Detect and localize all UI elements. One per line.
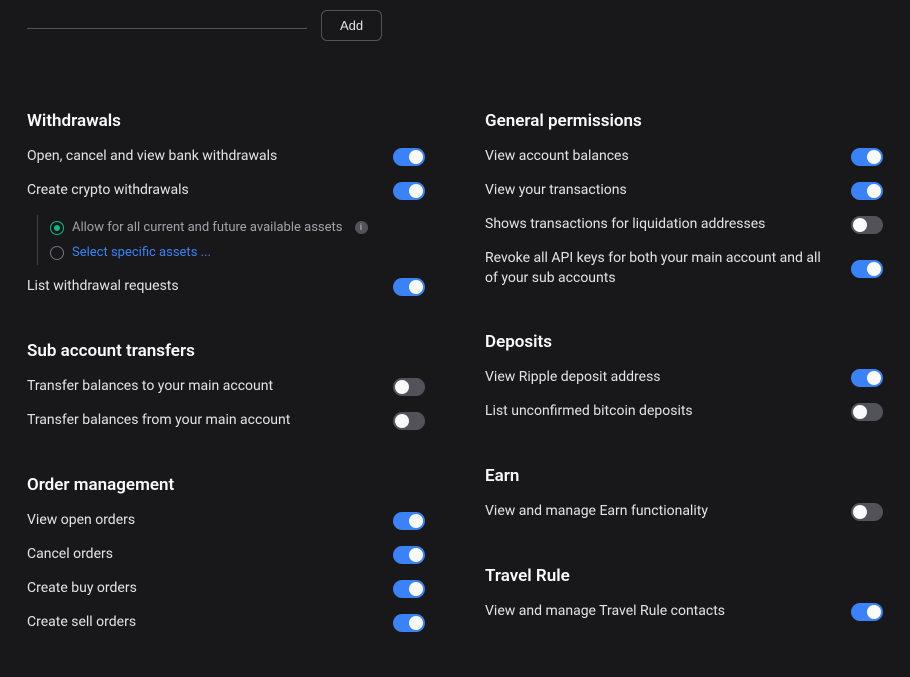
toggle-view-balances[interactable] <box>851 148 883 166</box>
perm-row: Create buy orders <box>27 579 425 599</box>
toggle-cancel-orders[interactable] <box>393 546 425 564</box>
deposits-title: Deposits <box>485 332 883 352</box>
toggle-travel-rule[interactable] <box>851 603 883 621</box>
perm-label: View your transactions <box>485 181 851 201</box>
perm-row: View open orders <box>27 511 425 531</box>
perm-label: View account balances <box>485 147 851 167</box>
sub-account-title: Sub account transfers <box>27 341 425 361</box>
perm-row: Shows transactions for liquidation addre… <box>485 215 883 235</box>
perm-label: Open, cancel and view bank withdrawals <box>27 147 393 167</box>
perm-label: View and manage Earn functionality <box>485 502 851 522</box>
radio-row-all-assets[interactable]: Allow for all current and future availab… <box>38 215 425 240</box>
perm-label: Shows transactions for liquidation addre… <box>485 215 851 235</box>
deposits-section: Deposits View Ripple deposit address Lis… <box>485 332 883 422</box>
perm-row: Create crypto withdrawals <box>27 181 425 201</box>
info-icon[interactable]: i <box>355 221 368 234</box>
sub-account-section: Sub account transfers Transfer balances … <box>27 341 425 431</box>
perm-label: Revoke all API keys for both your main a… <box>485 249 851 288</box>
toggle-view-open-orders[interactable] <box>393 512 425 530</box>
perm-row: Revoke all API keys for both your main a… <box>485 249 883 288</box>
perm-row: Transfer balances to your main account <box>27 377 425 397</box>
toggle-liquidation-transactions[interactable] <box>851 216 883 234</box>
toggle-bank-withdrawals[interactable] <box>393 148 425 166</box>
toggle-create-sell-orders[interactable] <box>393 614 425 632</box>
radio-specific-assets[interactable] <box>50 246 64 260</box>
toggle-create-buy-orders[interactable] <box>393 580 425 598</box>
radio-label-link[interactable]: Select specific assets ... <box>72 245 211 260</box>
order-management-title: Order management <box>27 475 425 495</box>
travel-rule-section: Travel Rule View and manage Travel Rule … <box>485 566 883 622</box>
perm-row: Open, cancel and view bank withdrawals <box>27 147 425 167</box>
perm-row: View account balances <box>485 147 883 167</box>
crypto-assets-radio-group: Allow for all current and future availab… <box>37 215 425 265</box>
general-permissions-title: General permissions <box>485 111 883 131</box>
perm-label: Transfer balances from your main account <box>27 411 393 431</box>
add-button[interactable]: Add <box>321 10 382 41</box>
perm-label: List unconfirmed bitcoin deposits <box>485 402 851 422</box>
order-management-section: Order management View open orders Cancel… <box>27 475 425 633</box>
toggle-bitcoin-deposits[interactable] <box>851 403 883 421</box>
perm-row: View your transactions <box>485 181 883 201</box>
travel-rule-title: Travel Rule <box>485 566 883 586</box>
withdrawals-title: Withdrawals <box>27 111 425 131</box>
permissions-columns: Withdrawals Open, cancel and view bank w… <box>27 111 883 677</box>
perm-label: View open orders <box>27 511 393 531</box>
toggle-view-transactions[interactable] <box>851 182 883 200</box>
perm-label: Transfer balances to your main account <box>27 377 393 397</box>
earn-section: Earn View and manage Earn functionality <box>485 466 883 522</box>
radio-row-specific-assets[interactable]: Select specific assets ... <box>38 240 425 265</box>
toggle-crypto-withdrawals[interactable] <box>393 182 425 200</box>
address-input[interactable] <box>27 0 307 29</box>
address-input-wrap <box>27 0 307 29</box>
earn-title: Earn <box>485 466 883 486</box>
address-add-row: Add <box>27 0 883 41</box>
toggle-transfer-from-main[interactable] <box>393 412 425 430</box>
perm-row: Create sell orders <box>27 613 425 633</box>
toggle-ripple-deposit[interactable] <box>851 369 883 387</box>
withdrawals-section: Withdrawals Open, cancel and view bank w… <box>27 111 425 297</box>
perm-row: View and manage Travel Rule contacts <box>485 602 883 622</box>
perm-label: View Ripple deposit address <box>485 368 851 388</box>
perm-row: Cancel orders <box>27 545 425 565</box>
left-column: Withdrawals Open, cancel and view bank w… <box>27 111 425 677</box>
radio-all-assets[interactable] <box>50 221 64 235</box>
perm-row: Transfer balances from your main account <box>27 411 425 431</box>
perm-label: Create crypto withdrawals <box>27 181 393 201</box>
perm-row: List unconfirmed bitcoin deposits <box>485 402 883 422</box>
perm-row: View Ripple deposit address <box>485 368 883 388</box>
perm-label: Cancel orders <box>27 545 393 565</box>
perm-label: Create sell orders <box>27 613 393 633</box>
perm-row: View and manage Earn functionality <box>485 502 883 522</box>
general-permissions-section: General permissions View account balance… <box>485 111 883 288</box>
perm-label: List withdrawal requests <box>27 277 393 297</box>
toggle-list-withdrawal-requests[interactable] <box>393 278 425 296</box>
perm-label: Create buy orders <box>27 579 393 599</box>
toggle-revoke-api-keys[interactable] <box>851 260 883 278</box>
right-column: General permissions View account balance… <box>485 111 883 677</box>
radio-label: Allow for all current and future availab… <box>72 220 343 235</box>
toggle-transfer-to-main[interactable] <box>393 378 425 396</box>
perm-label: View and manage Travel Rule contacts <box>485 602 851 622</box>
toggle-earn[interactable] <box>851 503 883 521</box>
perm-row: List withdrawal requests <box>27 277 425 297</box>
